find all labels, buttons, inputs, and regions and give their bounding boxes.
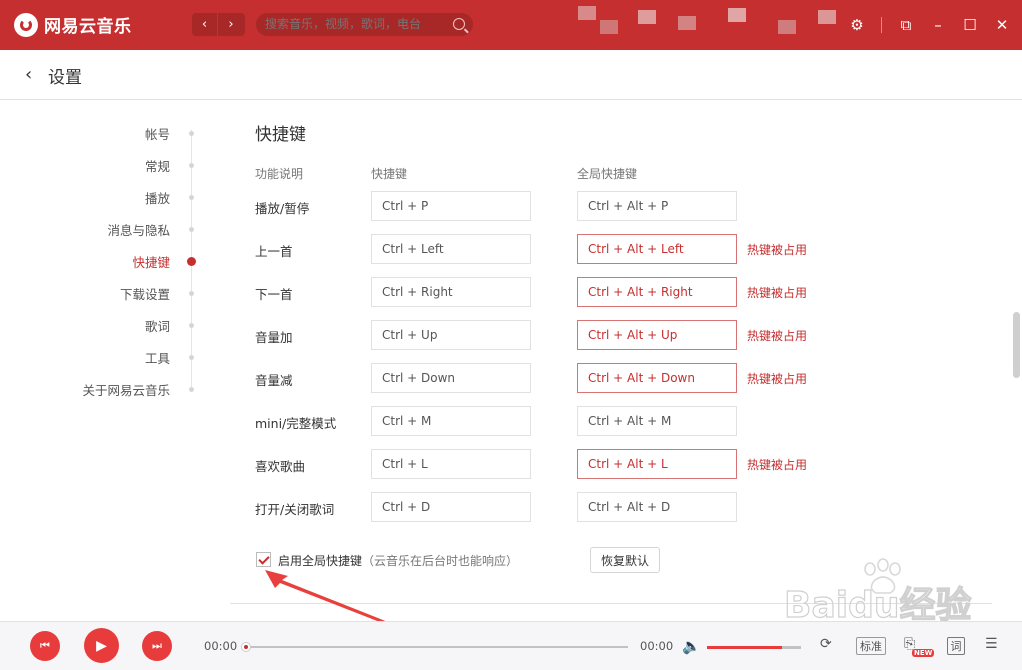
enable-global-label: 启用全局快捷键（云音乐在后台时也能响应） [278,552,518,569]
global-shortcut-key-field[interactable]: Ctrl + Alt + Right [577,277,737,307]
hotkey-conflict-note: 热键被占用 [747,243,808,257]
sidebar-item[interactable]: 常规 [145,156,170,175]
minimize-icon[interactable]: – [926,13,950,37]
shortcut-function-label: 播放/暂停 [255,201,310,216]
netease-logo-icon [14,12,38,37]
app-logo[interactable]: 网易云音乐 [14,12,132,37]
enable-global-text: 启用全局快捷键 [278,554,363,568]
playlist-icon[interactable]: ☰ [985,636,998,652]
progress-knob[interactable] [241,642,251,652]
next-track-icon[interactable]: ⏭ [142,631,172,661]
global-shortcut-key-field[interactable]: Ctrl + Alt + M [577,406,737,436]
enable-global-checkbox[interactable] [256,552,271,567]
shortcut-key-field[interactable]: Ctrl + L [371,449,531,479]
sidebar-item[interactable]: 帐号 [145,124,170,143]
shortcut-key-field[interactable]: Ctrl + Up [371,320,531,350]
shortcut-key-field[interactable]: Ctrl + Down [371,363,531,393]
global-shortcut-key-field[interactable]: Ctrl + Alt + P [577,191,737,221]
quality-button[interactable]: 标准 [856,637,886,655]
shortcut-key-field[interactable]: Ctrl + Left [371,234,531,264]
shortcut-function-label: 音量减 [255,373,293,388]
shortcut-function-label: 打开/关闭歌词 [255,502,335,517]
column-header-function: 功能说明 [255,167,304,181]
back-nav-button[interactable]: ‹ [192,13,218,36]
global-shortcut-key-field[interactable]: Ctrl + Alt + L [577,449,737,479]
user-info-redacted[interactable] [578,6,850,42]
settings-gear-icon[interactable]: ⚙ [845,13,869,37]
new-badge: NEW [912,649,935,657]
current-time: 00:00 [204,639,238,653]
shortcut-key-field[interactable]: Ctrl + Right [371,277,531,307]
sidebar-dot [189,322,194,328]
play-icon[interactable]: ▶ [84,628,119,663]
sidebar-item[interactable]: 工具 [145,348,170,367]
page-title: 设置 [48,68,82,88]
sidebar-dot [189,354,194,360]
sidebar-dot [189,130,194,136]
player-bar: ⏮ ▶ ⏭ 00:00 00:00 🔈 ⟳ 标准 ⎘ NEW 词 ☰ [0,621,1022,670]
sidebar-dot [189,386,194,392]
shortcut-key-field[interactable]: Ctrl + D [371,492,531,522]
forward-nav-button[interactable]: › [218,13,244,36]
previous-track-icon[interactable]: ⏮ [30,631,60,661]
scrollbar[interactable] [1013,312,1020,378]
shortcut-function-label: 音量加 [255,330,293,345]
sidebar-item[interactable]: 快捷键 [132,252,170,271]
hotkey-conflict-note: 热键被占用 [747,458,808,472]
sidebar-dot [189,162,194,168]
column-header-global: 全局快捷键 [577,167,638,181]
shortcut-function-label: 喜欢歌曲 [255,459,306,474]
loop-icon[interactable]: ⟳ [820,636,832,652]
lyric-toggle-button[interactable]: 词 [947,637,965,655]
volume-slider[interactable] [707,646,801,649]
sidebar-active-dot [187,256,196,266]
reset-default-button[interactable]: 恢复默认 [590,547,660,573]
back-chevron-icon[interactable]: ‹ [25,66,39,84]
global-shortcut-key-field[interactable]: Ctrl + Alt + Left [577,234,737,264]
column-header-shortcut: 快捷键 [371,167,408,181]
shortcut-function-label: 下一首 [255,287,293,302]
shortcut-function-label: mini/完整模式 [255,416,337,431]
hotkey-conflict-note: 热键被占用 [747,329,808,343]
maximize-icon[interactable]: ☐ [958,13,982,37]
shortcut-function-label: 上一首 [255,244,293,259]
progress-bar[interactable] [241,642,628,652]
search-input[interactable] [265,13,445,36]
section-title: 快捷键 [255,125,306,145]
mini-mode-icon[interactable]: ⧉ [894,13,918,37]
sidebar-item[interactable]: 下载设置 [120,284,170,303]
hotkey-conflict-note: 热键被占用 [747,286,808,300]
global-shortcut-key-field[interactable]: Ctrl + Alt + Up [577,320,737,350]
global-shortcut-key-field[interactable]: Ctrl + Alt + D [577,492,737,522]
watermark-text: Baidu经验 [784,585,971,626]
close-icon[interactable]: ✕ [990,13,1014,37]
window-controls: ⚙ ⧉ – ☐ ✕ [845,0,1022,50]
app-title: 网易云音乐 [44,17,132,37]
sidebar-item[interactable]: 歌词 [145,316,170,335]
annotation-arrow [265,570,388,624]
sidebar-dot [189,290,194,296]
search-box [256,13,473,36]
shortcut-key-field[interactable]: Ctrl + P [371,191,531,221]
sidebar-item[interactable]: 播放 [145,188,170,207]
volume-icon[interactable]: 🔈 [682,637,701,655]
sidebar-dot [189,226,194,232]
history-nav: ‹ › [192,13,245,36]
total-time: 00:00 [640,639,674,653]
title-bar: 网易云音乐 ‹ › ⚙ ⧉ – ☐ ✕ [0,0,1022,50]
hotkey-conflict-note: 热键被占用 [747,372,808,386]
page-header: ‹ 设置 [0,50,1022,100]
sidebar-item[interactable]: 消息与隐私 [107,220,170,239]
sidebar-dot [189,194,194,200]
enable-global-hint: （云音乐在后台时也能响应） [362,554,519,568]
volume-fill [707,646,783,649]
search-icon[interactable] [453,18,465,30]
sidebar-item[interactable]: 关于网易云音乐 [82,380,170,399]
divider [881,17,882,33]
shortcut-key-field[interactable]: Ctrl + M [371,406,531,436]
global-shortcut-key-field[interactable]: Ctrl + Alt + Down [577,363,737,393]
